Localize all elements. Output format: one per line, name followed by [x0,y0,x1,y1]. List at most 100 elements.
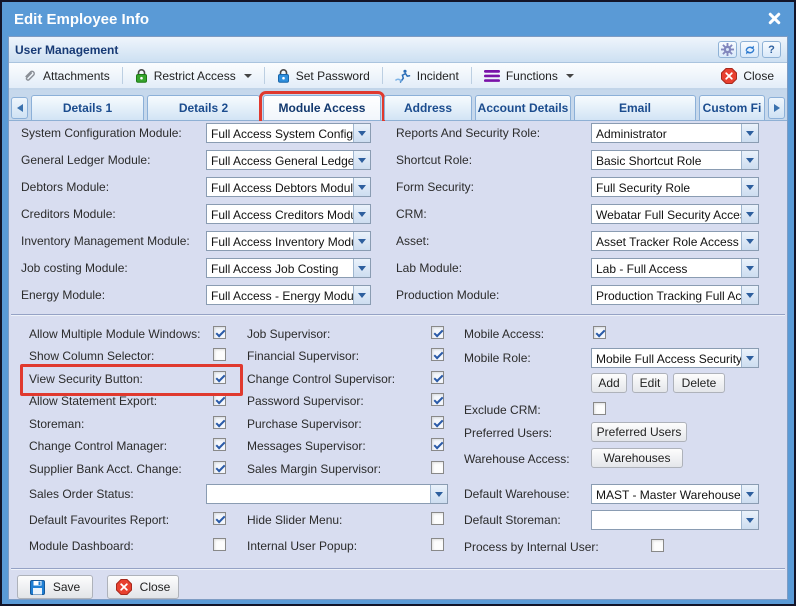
gear-icon[interactable] [718,41,737,58]
tab-details-2[interactable]: Details 2 [147,95,260,120]
chevron-down-icon[interactable] [353,124,370,142]
set-password-button[interactable]: Set Password [270,66,377,85]
crm-select[interactable]: Webatar Full Security Access [591,204,759,224]
exclude-crm-checkbox[interactable] [593,402,606,415]
tabs-scroll-left-button[interactable] [11,97,28,119]
toolbar-close-button[interactable]: Close [714,66,781,86]
chevron-down-icon[interactable] [353,286,370,304]
change-control-manager-checkbox[interactable] [213,438,226,451]
edit-button[interactable]: Edit [632,373,668,393]
chevron-down-icon[interactable] [741,286,758,304]
inventory-management-module-label: Inventory Management Module: [21,234,190,248]
system-configuration-module-select[interactable]: Full Access System Config [206,123,371,143]
change-control-supervisor-checkbox[interactable] [431,371,444,384]
sales-order-status-select[interactable] [206,484,448,504]
storeman-checkbox[interactable] [213,416,226,429]
chevron-down-icon[interactable] [353,205,370,223]
financial-supervisor-checkbox[interactable] [431,348,444,361]
form-security-select[interactable]: Full Security Role [591,177,759,197]
asset-select[interactable]: Asset Tracker Role Access [591,231,759,251]
debtors-module-select[interactable]: Full Access Debtors Module [206,177,371,197]
hide-slider-menu-checkbox[interactable] [431,512,444,525]
inventory-management-module-select[interactable]: Full Access Inventory Module [206,231,371,251]
tab-address[interactable]: Address [384,95,472,120]
allow-multiple-module-windows-checkbox[interactable] [213,326,226,339]
chevron-down-icon[interactable] [430,485,447,503]
password-supervisor-checkbox[interactable] [431,393,444,406]
chevron-down-icon[interactable] [741,511,758,529]
chevron-down-icon[interactable] [741,349,758,367]
restrict-access-label: Restrict Access [153,68,236,83]
delete-button[interactable]: Delete [673,373,725,393]
creditors-module-select[interactable]: Full Access Creditors Module [206,204,371,224]
tab-email[interactable]: Email [574,95,696,120]
chevron-down-icon[interactable] [741,485,758,503]
tab-details-1[interactable]: Details 1 [31,95,144,120]
energy-module-select[interactable]: Full Access - Energy Module [206,285,371,305]
chevron-down-icon[interactable] [741,232,758,250]
mobile-role-label: Mobile Role: [464,351,531,365]
default-storeman-select[interactable] [591,510,759,530]
mobile-access-checkbox[interactable] [593,326,606,339]
job-costing-module-select[interactable]: Full Access Job Costing [206,258,371,278]
tab-account-details[interactable]: Account Details [475,95,571,120]
help-icon[interactable]: ? [762,41,781,58]
show-column-selector-checkbox[interactable] [213,348,226,361]
chevron-down-icon[interactable] [741,124,758,142]
shortcut-role-select[interactable]: Basic Shortcut Role [591,150,759,170]
chevron-down-icon[interactable] [741,205,758,223]
functions-button[interactable]: Functions [477,67,581,85]
warehouses-button[interactable]: Warehouses [591,448,683,468]
view-security-button-checkbox[interactable] [213,371,226,384]
chevron-down-icon[interactable] [353,259,370,277]
footer-close-button[interactable]: Close [107,575,179,599]
general-ledger-module-select[interactable]: Full Access General Ledger [206,150,371,170]
production-module-label: Production Module: [396,288,500,302]
incident-button[interactable]: Incident [388,67,466,85]
add-button[interactable]: Add [591,373,627,393]
restrict-access-button[interactable]: Restrict Access [128,66,259,85]
chevron-down-icon[interactable] [353,151,370,169]
module-dashboard-label: Module Dashboard: [29,539,134,553]
process-by-internal-user-checkbox[interactable] [651,539,664,552]
window-close-button[interactable] [767,11,782,26]
save-button[interactable]: Save [17,575,93,599]
module-dashboard-checkbox[interactable] [213,538,226,551]
chevron-down-icon[interactable] [741,259,758,277]
sales-margin-supervisor-checkbox[interactable] [431,461,444,474]
edit-employee-info-window: Edit Employee Info User Management ? Att… [0,0,796,606]
chevron-down-icon[interactable] [353,232,370,250]
internal-user-popup-checkbox[interactable] [431,538,444,551]
production-module-select[interactable]: Production Tracking Full Access [591,285,759,305]
job-supervisor-checkbox[interactable] [431,326,444,339]
attachments-button[interactable]: Attachments [15,66,117,85]
chevron-down-icon[interactable] [741,151,758,169]
select-value: Production Tracking Full Access [596,289,741,303]
exclude-crm-label: Exclude CRM: [464,403,541,417]
lab-module-select[interactable]: Lab - Full Access [591,258,759,278]
window-title: Edit Employee Info [14,10,150,28]
supplier-bank-acct-change-checkbox[interactable] [213,461,226,474]
default-favourites-report-checkbox[interactable] [213,512,226,525]
messages-supervisor-checkbox[interactable] [431,438,444,451]
refresh-icon[interactable] [740,41,759,58]
panel-header-icons: ? [718,41,781,58]
toolbar-separator [381,67,383,84]
tab-custom-fields[interactable]: Custom Fi [699,95,765,120]
mobile-role-select[interactable]: Mobile Full Access Security [591,348,759,368]
reports-and-security-role-select[interactable]: Administrator [591,123,759,143]
sales-margin-supervisor-label: Sales Margin Supervisor: [247,462,382,476]
select-value: Administrator [596,127,667,141]
purchase-supervisor-checkbox[interactable] [431,416,444,429]
tabs-scroll-right-button[interactable] [768,97,785,119]
chevron-down-icon[interactable] [741,178,758,196]
select-value [207,485,430,503]
tab-module-access[interactable]: Module Access [259,91,385,124]
default-warehouse-select[interactable]: MAST - Master Warehouse [591,484,759,504]
select-value: Full Access General Ledger [211,154,353,168]
chevron-down-icon[interactable] [353,178,370,196]
allow-statement-export-checkbox[interactable] [213,393,226,406]
preferred-users-button[interactable]: Preferred Users [591,422,687,442]
password-supervisor-label: Password Supervisor: [247,394,364,408]
close-icon [767,11,782,26]
